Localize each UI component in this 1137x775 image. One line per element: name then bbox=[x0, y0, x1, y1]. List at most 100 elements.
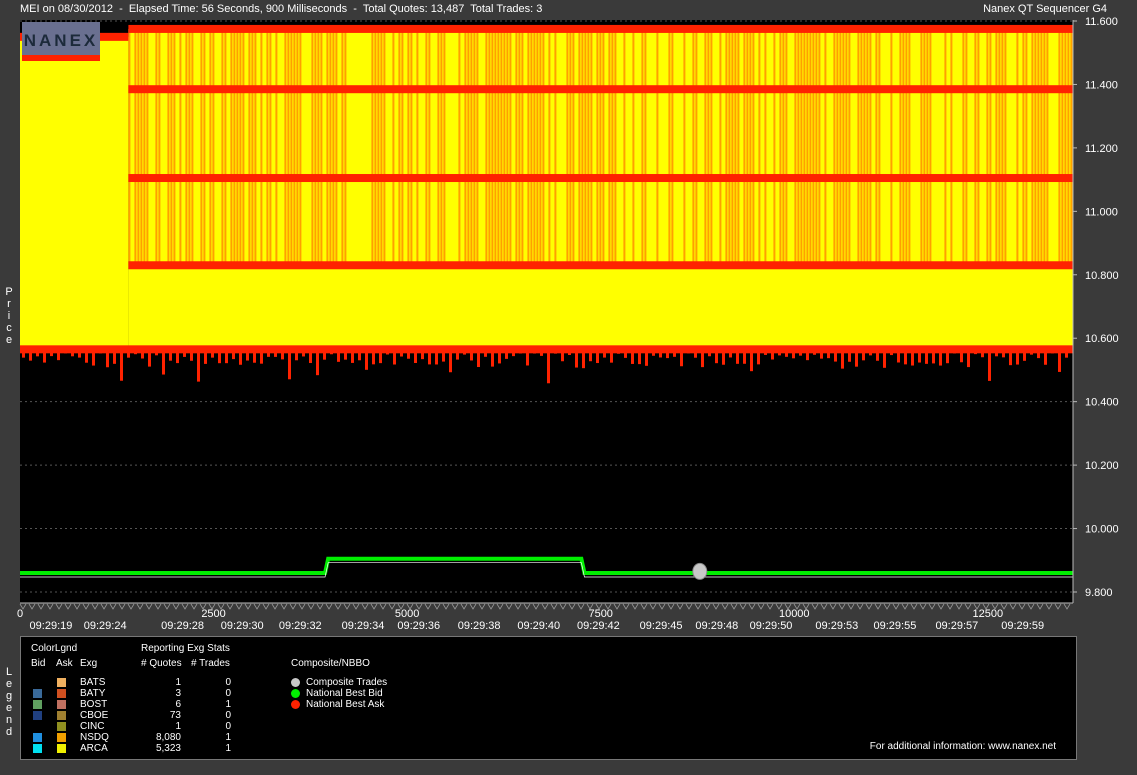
legend-stats-header: Reporting Exg Stats bbox=[141, 643, 230, 654]
x-minor-tick bbox=[118, 603, 126, 610]
x-minor-tick bbox=[550, 603, 558, 610]
x-minor-tick bbox=[1063, 603, 1071, 610]
legend-footer: For additional information: www.nanex.ne… bbox=[869, 741, 1056, 752]
legend-bid-swatch bbox=[33, 733, 42, 742]
quote-stripe bbox=[812, 28, 815, 266]
x-time-label: 09:29:48 bbox=[695, 620, 738, 632]
quote-stripe bbox=[671, 28, 674, 266]
x-minor-tick bbox=[37, 603, 45, 610]
quote-stripe bbox=[248, 28, 251, 266]
ask-level bbox=[128, 24, 1073, 33]
x-time-label: 09:29:34 bbox=[342, 620, 385, 632]
quote-stripe bbox=[860, 28, 863, 266]
quote-stripe bbox=[296, 28, 299, 266]
x-minor-tick bbox=[559, 603, 567, 610]
quote-stripe bbox=[488, 28, 491, 266]
quote-stripe bbox=[962, 28, 965, 266]
quote-stripe bbox=[170, 28, 173, 266]
quote-stripe bbox=[737, 28, 740, 266]
logo-text: NANEX bbox=[24, 31, 99, 50]
ask-spike bbox=[988, 349, 991, 381]
quote-stripe bbox=[695, 28, 698, 266]
quote-stripe bbox=[491, 28, 494, 266]
legend-quotes-header: # Quotes bbox=[141, 658, 182, 669]
x-minor-tick bbox=[343, 603, 351, 610]
trade-marker bbox=[692, 562, 708, 580]
y-tick-label: 11.000 bbox=[1085, 206, 1118, 218]
x-minor-tick bbox=[874, 603, 882, 610]
quote-stripe bbox=[836, 28, 839, 266]
quote-stripe bbox=[443, 28, 446, 266]
x-minor-tick bbox=[73, 603, 81, 610]
quote-stripe bbox=[398, 28, 401, 266]
legend-side-label: Legend bbox=[5, 666, 13, 738]
x-minor-tick bbox=[91, 603, 99, 610]
quote-stripe bbox=[128, 28, 131, 266]
x-minor-tick bbox=[919, 603, 927, 610]
x-minor-tick bbox=[253, 603, 261, 610]
x-time-label: 09:29:45 bbox=[640, 620, 683, 632]
x-minor-tick bbox=[145, 603, 153, 610]
x-minor-tick bbox=[244, 603, 252, 610]
quote-stripe bbox=[842, 28, 845, 266]
quote-stripe bbox=[614, 28, 617, 266]
x-minor-tick bbox=[487, 603, 495, 610]
legend-ask-header: Ask bbox=[56, 658, 73, 669]
x-minor-tick bbox=[820, 603, 828, 610]
y-tick-label: 10.200 bbox=[1085, 460, 1119, 472]
x-minor-tick bbox=[190, 603, 198, 610]
quote-stripe bbox=[203, 28, 206, 266]
x-tick-label: 5000 bbox=[395, 608, 419, 620]
quote-stripe bbox=[410, 28, 413, 266]
x-minor-tick bbox=[838, 603, 846, 610]
quote-stripe bbox=[1058, 28, 1061, 266]
legend-composite-label: National Best Ask bbox=[306, 699, 385, 710]
legend-exchange: CINC bbox=[80, 721, 105, 732]
quote-stripe bbox=[266, 28, 269, 266]
x-minor-tick bbox=[568, 603, 576, 610]
quote-stripe bbox=[857, 28, 860, 266]
quote-stripe bbox=[641, 28, 644, 266]
quote-stripe bbox=[875, 28, 878, 266]
quote-stripe bbox=[242, 28, 245, 266]
quote-stripe bbox=[437, 28, 440, 266]
x-minor-tick bbox=[883, 603, 891, 610]
quote-stripe bbox=[725, 28, 728, 266]
quote-stripe bbox=[458, 28, 461, 266]
x-minor-tick bbox=[541, 603, 549, 610]
quote-stripe bbox=[977, 28, 980, 266]
legend-composite-dot bbox=[291, 689, 300, 698]
quote-stripe bbox=[773, 28, 776, 266]
x-minor-tick bbox=[694, 603, 702, 610]
quote-stripe bbox=[536, 28, 539, 266]
quote-stripe bbox=[143, 28, 146, 266]
quote-stripe bbox=[212, 28, 215, 266]
quote-stripe bbox=[1004, 28, 1007, 266]
legend-bid-swatch bbox=[33, 700, 42, 709]
x-minor-tick bbox=[730, 603, 738, 610]
x-minor-tick bbox=[298, 603, 306, 610]
x-minor-tick bbox=[649, 603, 657, 610]
x-time-label: 09:29:59 bbox=[1001, 620, 1044, 632]
quote-stripe bbox=[599, 28, 602, 266]
x-minor-tick bbox=[892, 603, 900, 610]
quote-stripe bbox=[863, 28, 866, 266]
legend-trades: 0 bbox=[225, 721, 231, 732]
x-minor-tick bbox=[262, 603, 270, 610]
x-time-label: 09:29:24 bbox=[84, 620, 127, 632]
quote-stripe bbox=[809, 28, 812, 266]
quote-stripe bbox=[1061, 28, 1064, 266]
quote-stripe bbox=[542, 28, 545, 266]
quote-stripe bbox=[275, 28, 278, 266]
quote-stripe bbox=[224, 28, 227, 266]
x-minor-tick bbox=[856, 603, 864, 610]
legend-exchange: NSDQ bbox=[80, 732, 109, 743]
x-minor-tick bbox=[847, 603, 855, 610]
quote-stripe bbox=[929, 28, 932, 266]
quote-stripe bbox=[734, 28, 737, 266]
x-time-label: 09:29:40 bbox=[517, 620, 560, 632]
quote-stripe bbox=[317, 28, 320, 266]
x-minor-tick bbox=[352, 603, 360, 610]
quote-stripe bbox=[1001, 28, 1004, 266]
x-minor-tick bbox=[307, 603, 315, 610]
